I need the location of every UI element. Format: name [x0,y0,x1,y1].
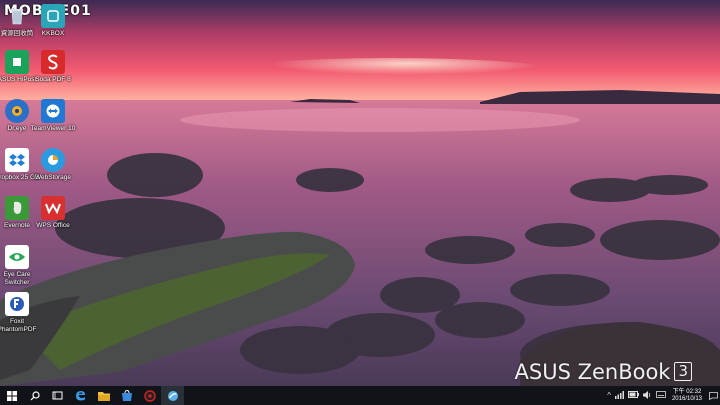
brand-name: ASUS ZenBook [514,360,671,384]
eye-care-icon [5,245,29,269]
soda-pdf-icon [41,50,65,74]
file-explorer-icon[interactable] [92,386,115,405]
volume-icon[interactable] [642,390,652,401]
media-app-icon[interactable] [161,386,184,405]
dreye-icon [5,99,29,123]
desktop-icon-kkbox[interactable]: KKBOX [30,4,76,38]
evernote-icon [5,196,29,220]
hipost-icon [5,50,29,74]
task-view-icon[interactable] [46,386,69,405]
desktop-icon-wps-office[interactable]: WPS Office [30,196,76,230]
taskbar-clock[interactable]: 下午 02:32 2016/10/13 [672,389,702,403]
edge-icon[interactable] [69,386,92,405]
show-hidden-icons-chevron-up-icon[interactable]: ^ [607,391,611,400]
teamviewer-icon [41,99,65,123]
clock-time: 下午 02:32 [672,388,702,395]
keyboard-icon[interactable] [656,391,666,400]
desktop-icon-webstorage[interactable]: WebStorage [30,148,76,182]
system-tray: ^ 下午 02:32 2016/10/13 [605,386,720,405]
store-icon[interactable] [115,386,138,405]
model-number-badge: 3 [674,362,692,381]
desktop-icon-label: Soda PDF 8 [35,76,71,83]
wps-office-icon [41,196,65,220]
app-red-icon[interactable] [138,386,161,405]
desktop-icon-label: Eye Care Switcher [3,271,31,286]
desktop-icon-label: TeamViewer 10 [30,125,76,132]
desktop-wallpaper [0,0,720,386]
taskbar: ^ 下午 02:32 2016/10/13 [0,386,720,405]
desktop-icon-label: Foxit PhantomPDF [0,318,37,333]
desktop-icon-soda-pdf[interactable]: Soda PDF 8 [30,50,76,84]
webstorage-icon [41,148,65,172]
desktop-icon-label: WPS Office [36,222,70,229]
recycle-bin-icon [5,4,29,28]
desktop-icon-label: KKBOX [41,30,65,37]
action-center-icon[interactable] [706,386,720,405]
desktop-icon-foxit-phantompdf[interactable]: Foxit PhantomPDF [0,292,40,334]
network-icon[interactable] [614,390,624,401]
zenbook-branding: ASUS ZenBook 3 [514,360,692,384]
windows-start-icon[interactable] [0,386,23,405]
desktop-icon-teamviewer[interactable]: TeamViewer 10 [30,99,76,133]
search-icon[interactable] [23,386,46,405]
dropbox-icon [5,148,29,172]
battery-icon[interactable] [627,391,639,400]
desktop-icon-label: WebStorage [34,174,71,181]
desktop-icon-eye-care-switcher[interactable]: Eye Care Switcher [0,245,40,287]
foxit-icon [5,292,29,316]
kkbox-icon [41,4,65,28]
clock-date: 2016/10/13 [671,395,702,402]
